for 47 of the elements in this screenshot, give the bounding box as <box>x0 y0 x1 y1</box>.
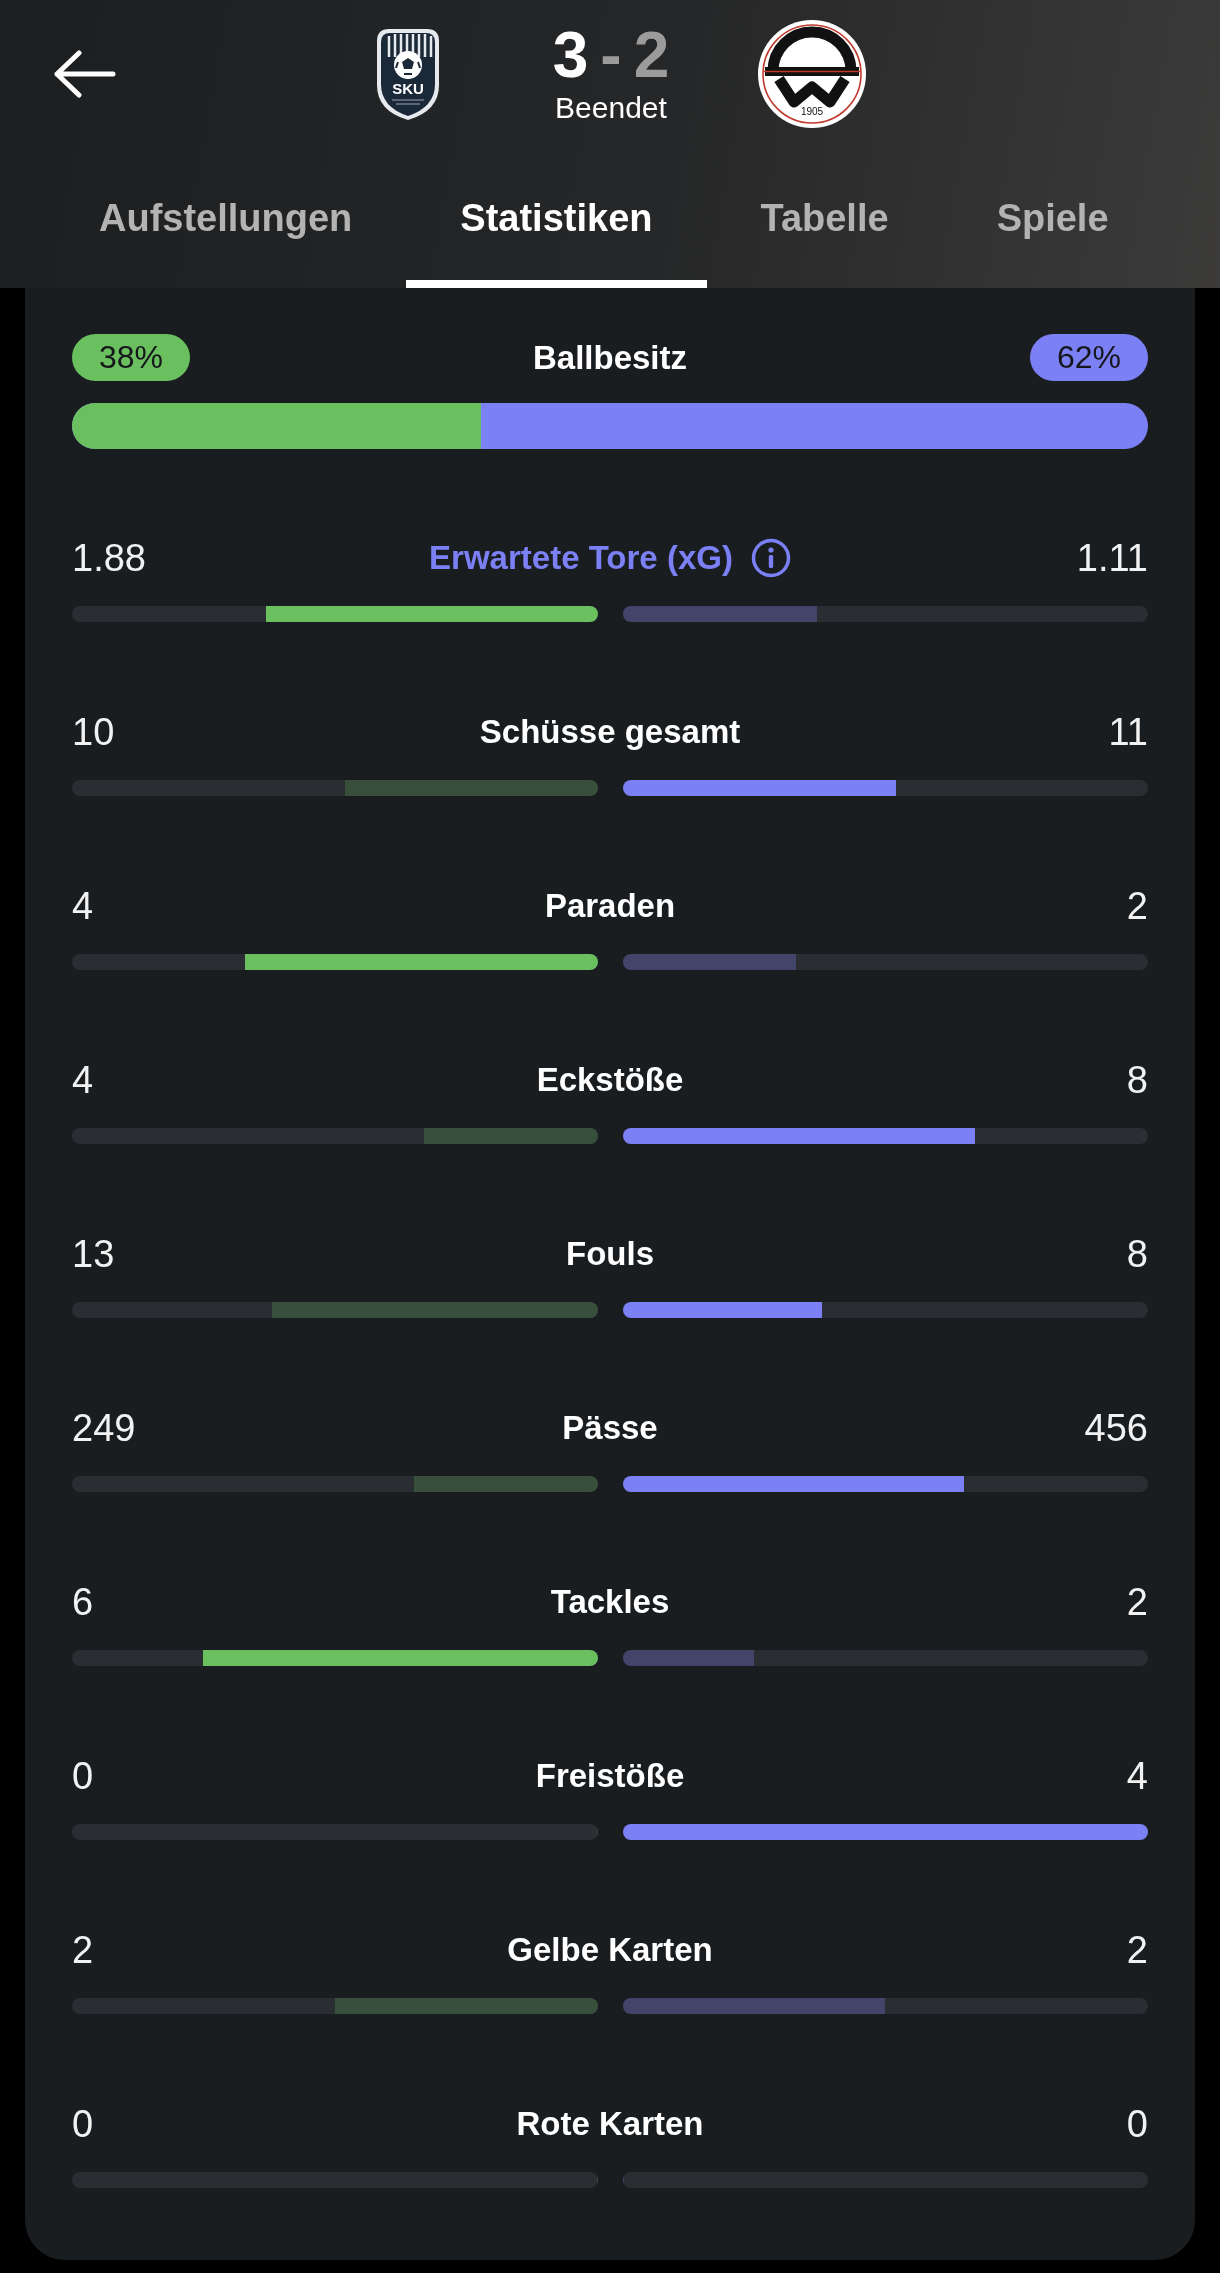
stat-label: Erwartete Tore (xG) <box>429 538 733 579</box>
stat-value: 10 <box>72 710 115 755</box>
possession-pill: 62% <box>1030 334 1148 382</box>
stat-value: 8 <box>1126 1058 1148 1103</box>
score-separator: - <box>600 23 622 87</box>
stat-label: Schüsse gesamt <box>479 712 741 753</box>
stat-value: 4 <box>72 1058 94 1103</box>
round-crest-icon <box>757 19 867 129</box>
stat-value: 0 <box>72 2102 94 2147</box>
crest-text: 1905 <box>799 106 825 117</box>
back-button[interactable] <box>52 50 116 98</box>
back-arrow-icon <box>52 50 116 98</box>
stat-label: Eckstöße <box>536 1060 684 1101</box>
stat-value: 2 <box>1126 884 1148 929</box>
stat-label: Ballbesitz <box>532 338 687 378</box>
tab[interactable]: Spiele <box>942 150 1163 288</box>
stat-value: 249 <box>72 1406 136 1451</box>
home-score: 3 <box>552 23 589 87</box>
tab[interactable]: Tabelle <box>706 150 943 288</box>
stat-value: 1.88 <box>72 536 146 581</box>
possession-pill: 38% <box>72 334 190 382</box>
shield-crest-icon <box>374 27 442 121</box>
stat-value: 2 <box>72 1928 94 1973</box>
stat-value: 1.11 <box>1076 536 1148 581</box>
crest-text: SKU <box>391 81 425 97</box>
stat-value: 0 <box>72 1754 94 1799</box>
stat-label: Paraden <box>544 886 676 927</box>
stat-label: Freistöße <box>535 1756 685 1797</box>
stat-value: 11 <box>1108 710 1148 755</box>
stat-value: 4 <box>1126 1754 1148 1799</box>
match-status: Beendet <box>555 91 667 125</box>
stat-value: 0 <box>1126 2102 1148 2147</box>
stat-value: 2 <box>1126 1928 1148 1973</box>
info-icon[interactable] <box>750 538 791 578</box>
tab[interactable]: Aufstellungen <box>45 150 407 288</box>
stat-label: Tackles <box>550 1582 670 1623</box>
away-score: 2 <box>633 23 670 87</box>
stat-value: 456 <box>1084 1406 1148 1451</box>
stat-label: Pässe <box>562 1408 658 1449</box>
stat-value: 6 <box>72 1580 94 1625</box>
stat-label: Rote Karten <box>516 2104 704 2145</box>
stat-value: 8 <box>1126 1232 1148 1277</box>
stat-value: 2 <box>1126 1580 1148 1625</box>
stat-label: Fouls <box>566 1234 654 1275</box>
stat-value: 4 <box>72 884 94 929</box>
stat-label: Gelbe Karten <box>507 1930 713 1971</box>
stat-value: 13 <box>72 1232 115 1277</box>
